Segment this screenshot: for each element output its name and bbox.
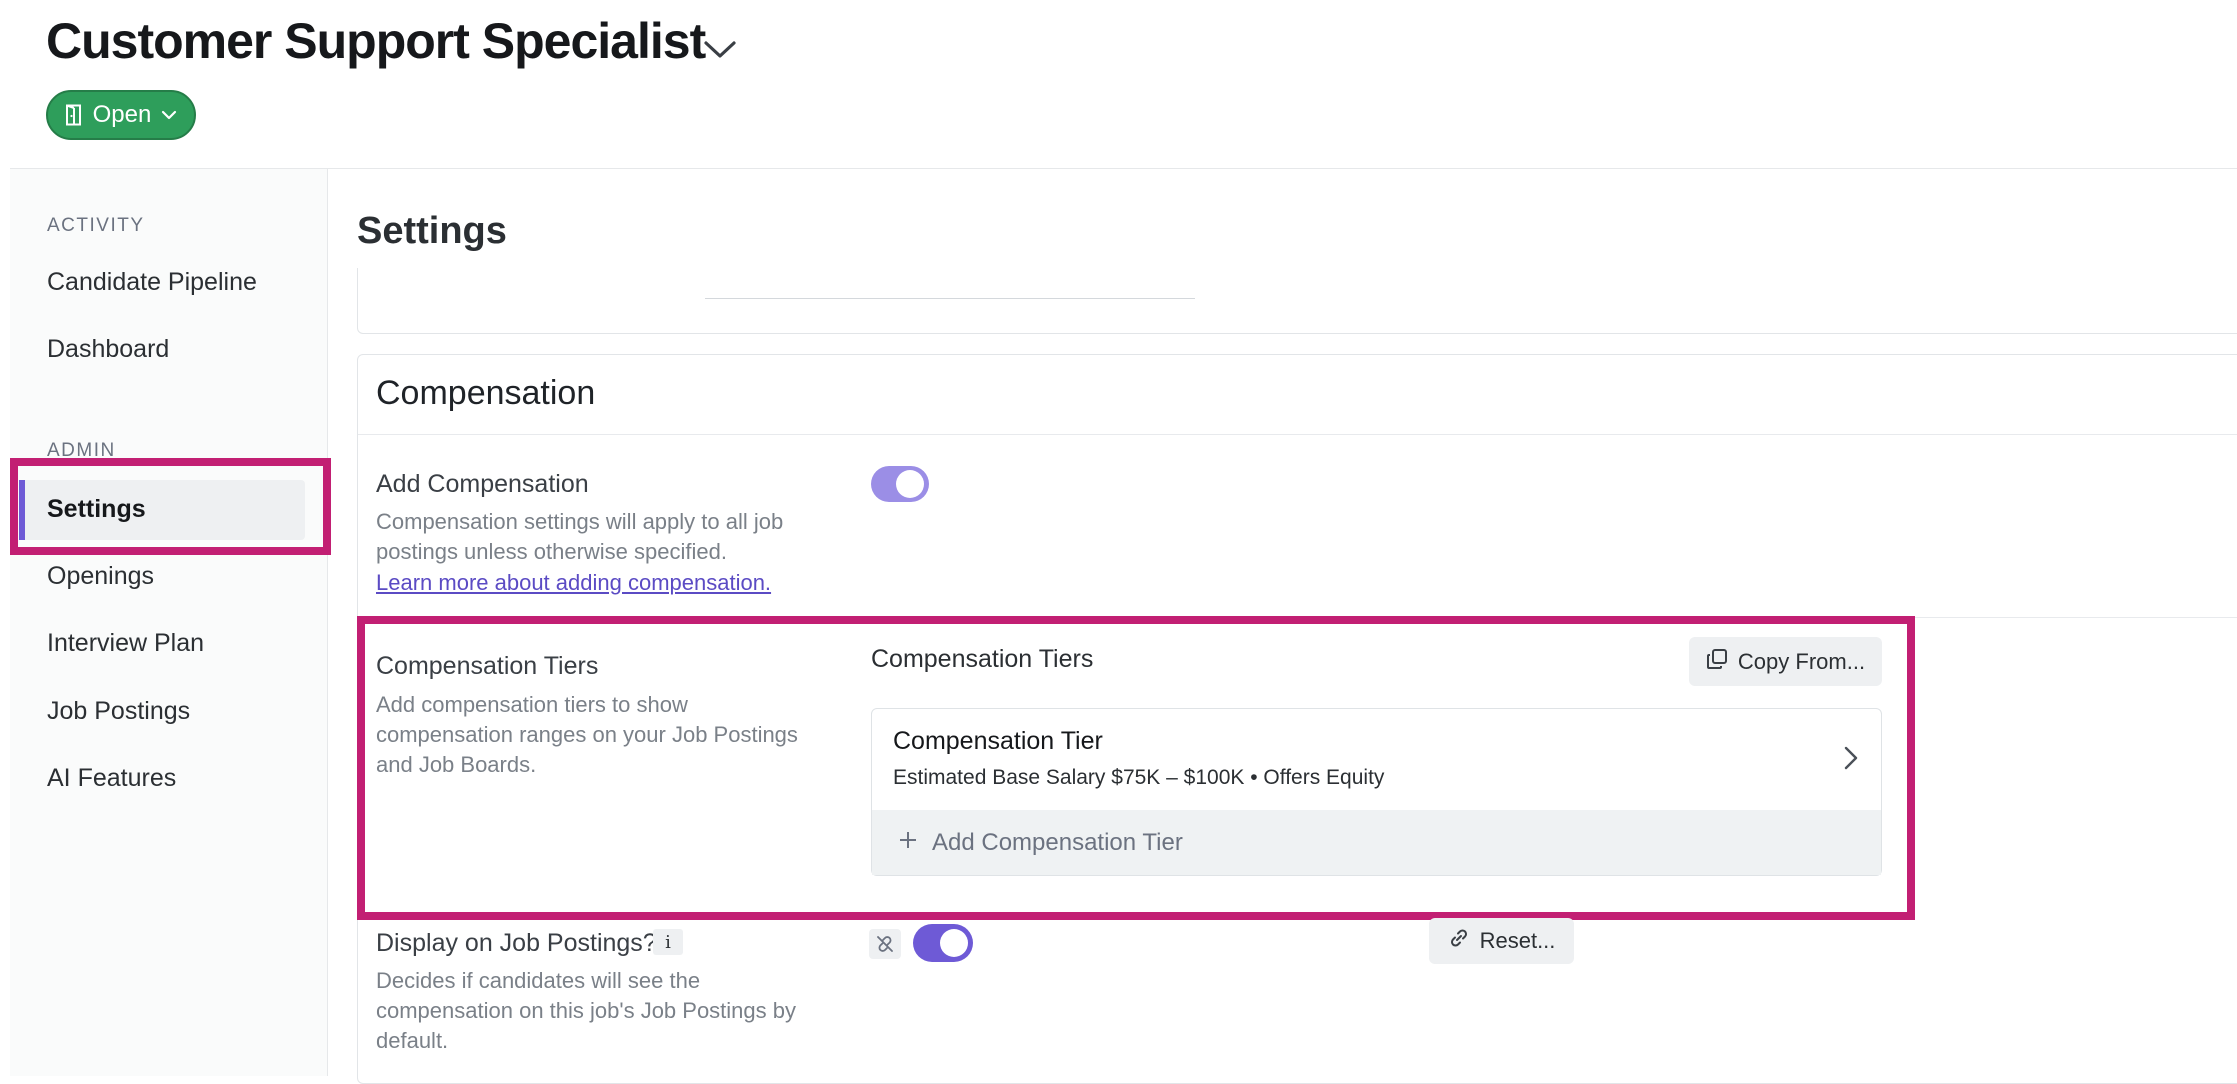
display-on-job-postings-description: Decides if candidates will see the compe… xyxy=(376,968,796,1053)
highlight-box-compensation-tiers xyxy=(357,616,1915,920)
sidebar xyxy=(10,169,327,1076)
display-on-job-postings-toggle[interactable] xyxy=(913,924,973,962)
toggle-knob xyxy=(940,929,968,957)
chevron-down-icon xyxy=(161,109,177,121)
toggle-knob xyxy=(896,470,924,498)
sidebar-item-openings[interactable]: Openings xyxy=(47,562,154,591)
reset-button[interactable]: Reset... xyxy=(1429,918,1574,964)
info-icon[interactable]: i xyxy=(653,929,683,955)
status-dropdown[interactable]: Open xyxy=(46,90,196,140)
sidebar-item-ai-features[interactable]: AI Features xyxy=(47,764,176,793)
card-header-divider xyxy=(358,434,2237,435)
job-title: Customer Support Specialist xyxy=(46,13,706,69)
add-compensation-toggle[interactable] xyxy=(871,466,929,502)
sidebar-section-activity: ACTIVITY xyxy=(47,215,145,236)
add-compensation-description: Compensation settings will apply to all … xyxy=(376,509,784,564)
door-icon xyxy=(65,104,83,126)
display-on-job-postings-title: Display on Job Postings? xyxy=(376,929,657,957)
status-label: Open xyxy=(92,101,152,128)
add-compensation-title: Add Compensation xyxy=(376,470,589,498)
sidebar-item-dashboard[interactable]: Dashboard xyxy=(47,335,169,364)
sidebar-divider xyxy=(327,169,328,1076)
learn-more-compensation-link[interactable]: Learn more about adding compensation. xyxy=(376,570,771,596)
sidebar-item-job-postings[interactable]: Job Postings xyxy=(47,697,190,726)
sidebar-item-interview-plan[interactable]: Interview Plan xyxy=(47,629,204,658)
divider-line xyxy=(705,298,1195,299)
chevron-down-icon[interactable] xyxy=(700,30,740,70)
header-divider xyxy=(10,168,2237,169)
compensation-heading: Compensation xyxy=(376,374,596,412)
unlinked-icon xyxy=(869,929,901,959)
previous-section-card xyxy=(357,268,2237,334)
page-title: Settings xyxy=(357,210,507,252)
highlight-box-settings xyxy=(10,458,331,555)
sidebar-item-candidate-pipeline[interactable]: Candidate Pipeline xyxy=(47,268,257,297)
reset-label: Reset... xyxy=(1479,928,1556,953)
link-icon xyxy=(1448,927,1470,955)
